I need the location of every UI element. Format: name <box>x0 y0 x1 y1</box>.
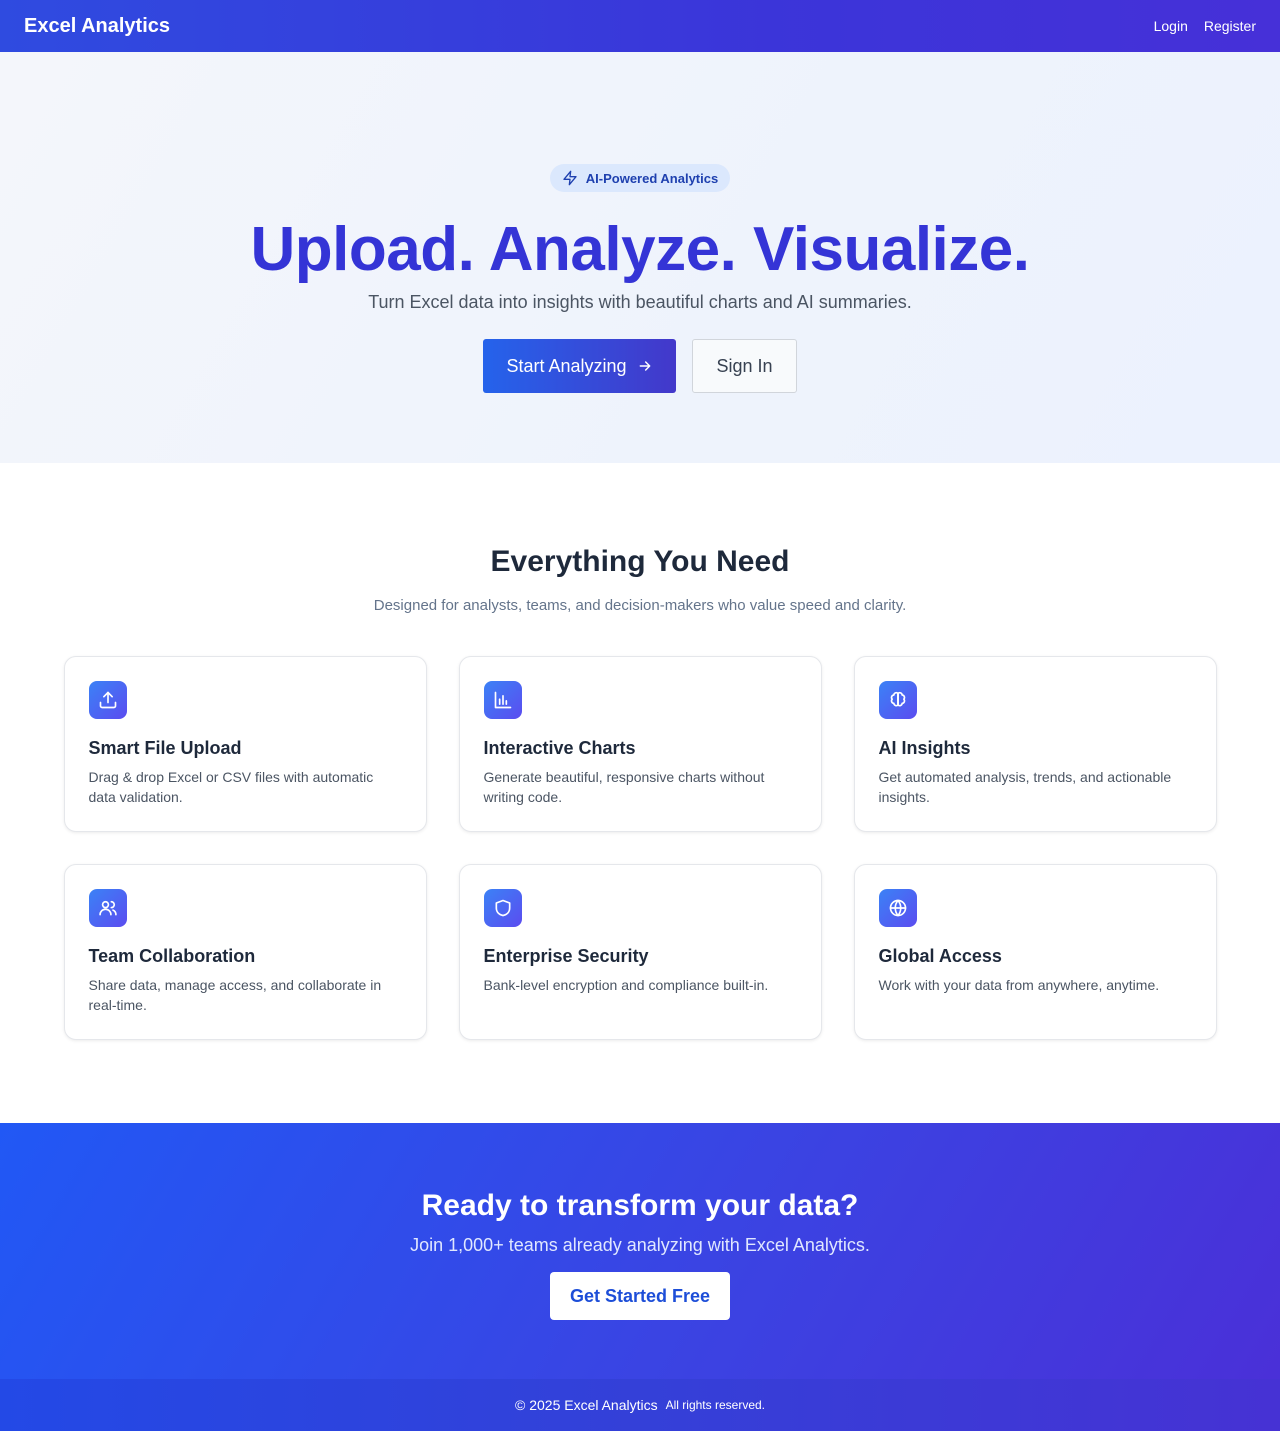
brand-logo[interactable]: Excel Analytics <box>24 15 170 38</box>
get-started-free-button[interactable]: Get Started Free <box>550 1272 730 1320</box>
upload-icon <box>88 681 127 719</box>
feature-card-title: Global Access <box>878 946 1002 966</box>
feature-card-ai-insights: AI Insights Get automated analysis, tren… <box>853 656 1217 832</box>
sign-in-button[interactable]: Sign In <box>692 339 797 393</box>
brain-icon <box>878 681 917 719</box>
cta-title: Ready to transform your data? <box>421 1189 859 1222</box>
features-section: Everything You Need Designed for analyst… <box>0 463 1280 1123</box>
lightning-icon <box>563 170 577 186</box>
footer-rights: All rights reserved. <box>665 1398 765 1412</box>
features-subtitle: Designed for analysts, teams, and decisi… <box>373 597 907 614</box>
hero-buttons: Start Analyzing Sign In <box>483 339 797 393</box>
feature-card-interactive-charts: Interactive Charts Generate beautiful, r… <box>458 656 822 832</box>
bar-chart-icon <box>483 681 522 719</box>
globe-icon <box>878 889 917 927</box>
navbar: Excel Analytics Login Register <box>0 0 1280 52</box>
feature-card-desc: Get automated analysis, trends, and acti… <box>878 769 1172 805</box>
footer: © 2025 Excel Analytics All rights reserv… <box>0 1379 1280 1431</box>
arrow-right-icon <box>639 361 650 371</box>
users-icon <box>88 889 127 927</box>
feature-card-title: Interactive Charts <box>483 738 636 758</box>
start-analyzing-button[interactable]: Start Analyzing <box>483 339 676 393</box>
feature-card-title: Enterprise Security <box>483 946 649 966</box>
features-grid: Smart File Upload Drag & drop Excel or C… <box>63 656 1217 1040</box>
feature-card-desc: Work with your data from anywhere, anyti… <box>878 977 1160 993</box>
feature-card-desc: Bank-level encryption and compliance bui… <box>483 977 769 993</box>
feature-card-enterprise-security: Enterprise Security Bank-level encryptio… <box>458 864 822 1040</box>
footer-copyright: © 2025 Excel Analytics <box>515 1397 658 1413</box>
hero-title: Upload. Analyze. Visualize. <box>250 215 1030 284</box>
start-analyzing-label: Start Analyzing <box>506 355 627 376</box>
feature-card-desc: Drag & drop Excel or CSV files with auto… <box>88 769 374 805</box>
register-link[interactable]: Register <box>1204 18 1256 34</box>
feature-card-title: Team Collaboration <box>88 946 256 966</box>
ai-badge-label: AI-Powered Analytics <box>585 170 719 186</box>
feature-card-global-access: Global Access Work with your data from a… <box>853 864 1217 1040</box>
hero-subtitle: Turn Excel data into insights with beaut… <box>368 292 912 312</box>
feature-card-title: Smart File Upload <box>88 738 242 758</box>
feature-card-team-collaboration: Team Collaboration Share data, manage ac… <box>63 864 427 1040</box>
feature-card-smart-file-upload: Smart File Upload Drag & drop Excel or C… <box>63 656 427 832</box>
login-link[interactable]: Login <box>1154 18 1188 34</box>
nav-links: Login Register <box>1154 18 1256 34</box>
features-title: Everything You Need <box>490 545 790 578</box>
feature-card-desc: Share data, manage access, and collabora… <box>88 977 382 1013</box>
shield-icon <box>483 889 522 927</box>
cta-subtitle: Join 1,000+ teams already analyzing with… <box>410 1235 870 1255</box>
ai-badge: AI-Powered Analytics <box>549 164 731 192</box>
feature-card-desc: Generate beautiful, responsive charts wi… <box>483 769 765 805</box>
cta-section: Ready to transform your data? Join 1,000… <box>0 1123 1280 1379</box>
feature-card-title: AI Insights <box>878 738 971 758</box>
hero-section: AI-Powered Analytics Upload. Analyze. Vi… <box>0 52 1280 463</box>
